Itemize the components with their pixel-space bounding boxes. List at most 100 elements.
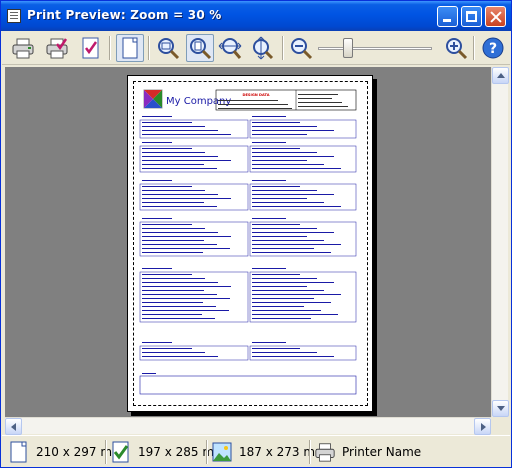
form-text-line [142, 302, 203, 303]
form-text-line [252, 240, 324, 241]
toolbar-separator [109, 36, 110, 60]
form-text-line [142, 318, 215, 319]
status-separator [105, 440, 106, 464]
page-check-icon [112, 441, 129, 463]
form-text-line [252, 142, 286, 143]
arrow-right-icon [481, 423, 486, 431]
printable-area-item: 197 x 285 mm [110, 439, 226, 465]
form-text-line [142, 152, 205, 153]
print-setup-button[interactable] [43, 34, 71, 62]
form-text-line [142, 356, 218, 357]
print-preview-app-icon [7, 9, 21, 23]
form-text-line [252, 278, 317, 279]
help-button[interactable]: ? [479, 34, 507, 62]
form-text-line [142, 342, 172, 343]
form-text-line [142, 218, 172, 219]
zoom-out-button[interactable] [287, 34, 315, 62]
form-text-line [142, 236, 231, 237]
form-text-line [142, 298, 230, 299]
form-text-line [142, 310, 229, 311]
scroll-right-button[interactable] [474, 418, 491, 435]
form-text-line [142, 224, 192, 225]
title-bar[interactable]: Print Preview: Zoom = 30 % [1, 1, 511, 31]
printer-item: Printer Name [314, 439, 421, 465]
form-text-line [252, 286, 307, 287]
form-text-line [142, 122, 192, 123]
printer-name: Printer Name [342, 445, 422, 459]
form-text-line [142, 164, 204, 165]
form-text-line [142, 306, 216, 307]
form-text-line [252, 198, 307, 199]
scroll-up-button[interactable] [492, 67, 509, 84]
form-text-line [252, 180, 286, 181]
form-text-line [252, 342, 286, 343]
zoom-slider-thumb[interactable] [343, 38, 353, 58]
form-text-line [252, 126, 317, 127]
zoom-in-button[interactable] [442, 34, 470, 62]
form-text-line [142, 202, 204, 203]
scroll-left-button[interactable] [5, 418, 22, 435]
form-text-line [142, 206, 217, 207]
document-check-icon [82, 37, 99, 59]
form-text-line [252, 116, 286, 117]
minimize-button[interactable] [437, 6, 458, 27]
form-text-line [142, 228, 205, 229]
form-text-line [142, 282, 218, 283]
form-text-line [252, 160, 307, 161]
form-text-line [142, 198, 231, 199]
toolbar: ? [2, 31, 510, 65]
form-text-line [142, 352, 205, 353]
form-section-box [249, 221, 357, 257]
printer-icon [315, 443, 335, 462]
form-text-line [252, 122, 300, 123]
zoom-out-icon [291, 38, 313, 60]
preview-page: My Company DESIGN DATA [127, 75, 373, 412]
form-text-line [252, 164, 324, 165]
zoom-fit-height-button[interactable] [248, 34, 276, 62]
form-text-line [252, 206, 341, 207]
toolbar-separator [148, 36, 149, 60]
arrow-up-icon [497, 73, 505, 78]
form-text-line [252, 274, 300, 275]
company-name: My Company [166, 96, 231, 107]
zoom-horizontal-icon [218, 38, 242, 59]
form-text-line [142, 290, 204, 291]
form-text-line [142, 160, 231, 161]
status-separator [309, 440, 310, 464]
scroll-down-button[interactable] [492, 400, 509, 417]
arrow-left-icon [11, 423, 16, 431]
zoom-page-button[interactable] [186, 34, 214, 62]
zoom-fit-width-button[interactable] [216, 34, 244, 62]
page-text-lines [139, 94, 357, 374]
form-text-line [252, 252, 331, 253]
close-button[interactable] [485, 6, 506, 27]
printer-icon [12, 38, 34, 59]
form-text-line [252, 244, 341, 245]
print-preview-window: Print Preview: Zoom = 30 % ? My Company … [0, 0, 512, 468]
print-button[interactable] [9, 34, 37, 62]
maximize-button[interactable] [461, 6, 482, 27]
horizontal-scrollbar[interactable] [5, 417, 491, 435]
status-bar: 210 x 297 mm 197 x 285 mm 187 x 273 mm P… [2, 435, 510, 467]
printer-check-icon [46, 38, 68, 59]
form-text-line [252, 228, 317, 229]
form-text-line [142, 156, 218, 157]
zoom-width-icon [158, 38, 180, 60]
form-text-line [252, 190, 317, 191]
document-header: DESIGN DATA [242, 93, 269, 97]
zoom-slider-track[interactable] [318, 47, 432, 50]
form-text-line [142, 274, 192, 275]
form-text-line [142, 348, 192, 349]
form-text-line [142, 240, 204, 241]
form-text-line [142, 252, 203, 253]
zoom-in-icon [446, 38, 468, 60]
company-logo-icon [143, 89, 163, 109]
form-text-line [142, 294, 217, 295]
page-setup-button[interactable] [77, 34, 105, 62]
scrollbar-corner [491, 417, 508, 434]
form-text-line [252, 130, 334, 131]
form-text-line [252, 310, 321, 311]
zoom-width-button[interactable] [154, 34, 182, 62]
vertical-scrollbar[interactable] [491, 67, 509, 417]
single-page-button[interactable] [116, 34, 144, 62]
